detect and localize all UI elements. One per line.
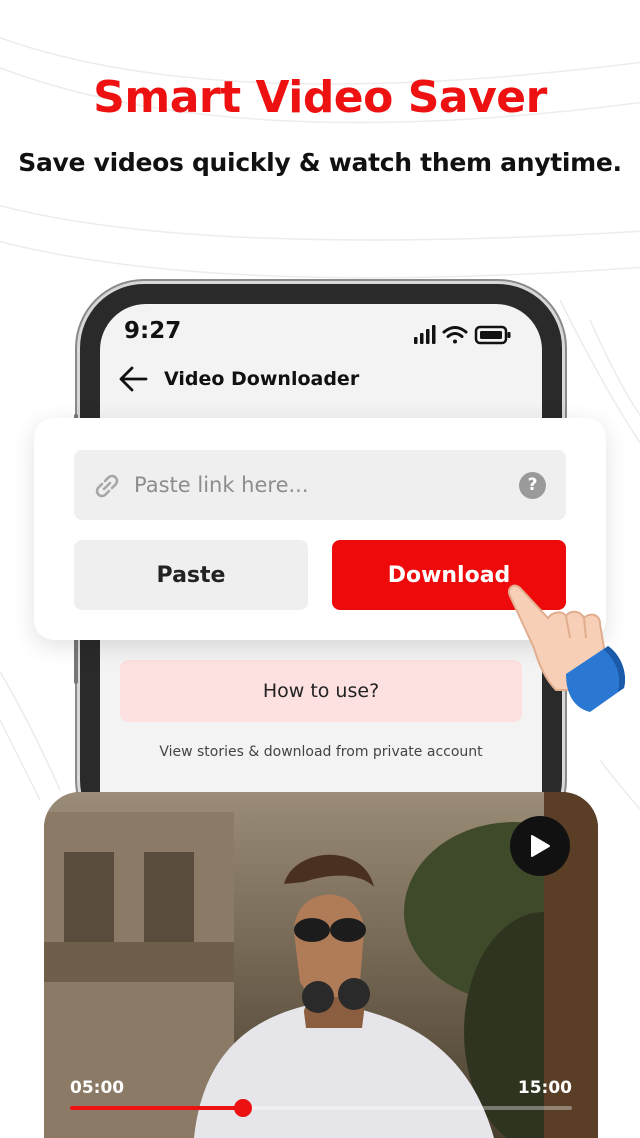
total-time: 15:00 [517, 1078, 572, 1098]
back-arrow-icon[interactable] [118, 366, 148, 392]
private-account-info: View stories & download from private acc… [159, 744, 483, 760]
signal-icon [414, 325, 436, 344]
wifi-icon [442, 326, 468, 344]
seek-bar[interactable] [70, 1099, 572, 1117]
pointing-hand-icon [508, 584, 626, 712]
seek-bar-progress [70, 1106, 244, 1110]
current-time: 05:00 [70, 1078, 125, 1098]
page-subheadline: Save videos quickly & watch them anytime… [18, 148, 622, 177]
link-icon [95, 474, 119, 498]
help-icon[interactable]: ? [519, 472, 546, 499]
status-time: 9:27 [124, 318, 182, 344]
screen-title: Video Downloader [164, 368, 360, 390]
paste-button[interactable]: Paste [74, 540, 308, 610]
page-headline: Smart Video Saver [93, 72, 547, 123]
link-input[interactable] [134, 450, 504, 520]
play-button[interactable] [510, 816, 570, 876]
status-icons [414, 324, 514, 350]
battery-icon [474, 325, 511, 345]
play-icon [531, 835, 550, 857]
link-input-field[interactable]: ? [74, 450, 566, 520]
how-to-use-button[interactable]: How to use? [120, 660, 522, 722]
video-player[interactable]: 05:00 15:00 [44, 792, 598, 1138]
